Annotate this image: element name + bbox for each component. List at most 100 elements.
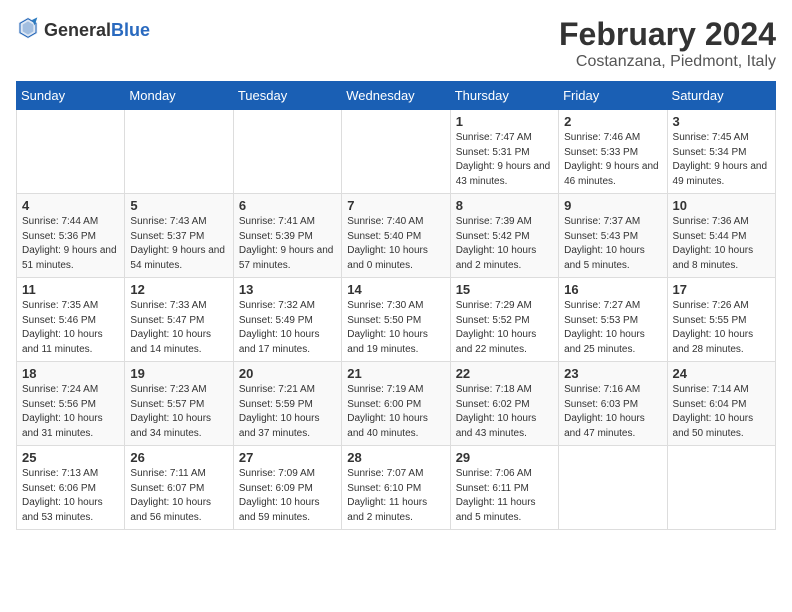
- day-info: Sunrise: 7:39 AM Sunset: 5:42 PM Dayligh…: [456, 215, 553, 273]
- day-info: Sunrise: 7:40 AM Sunset: 5:40 PM Dayligh…: [347, 215, 444, 273]
- day-number: 4: [22, 198, 119, 213]
- day-cell: 27 Sunrise: 7:09 AM Sunset: 6:09 PM Dayli…: [233, 446, 341, 530]
- day-number: 7: [347, 198, 444, 213]
- day-info: Sunrise: 7:46 AM Sunset: 5:33 PM Dayligh…: [564, 131, 661, 189]
- day-info: Sunrise: 7:47 AM Sunset: 5:31 PM Dayligh…: [456, 131, 553, 189]
- week-row-1: 1 Sunrise: 7:47 AM Sunset: 5:31 PM Daylig…: [17, 110, 776, 194]
- day-number: 24: [673, 366, 770, 381]
- day-cell: [125, 110, 233, 194]
- day-info: Sunrise: 7:29 AM Sunset: 5:52 PM Dayligh…: [456, 299, 553, 357]
- day-number: 19: [130, 366, 227, 381]
- header-friday: Friday: [559, 82, 667, 110]
- day-info: Sunrise: 7:27 AM Sunset: 5:53 PM Dayligh…: [564, 299, 661, 357]
- day-cell: 13Sunrise: 7:32 AM Sunset: 5:49 PM Dayli…: [233, 278, 341, 362]
- day-number: 27: [239, 450, 336, 465]
- day-info: Sunrise: 7:11 AM Sunset: 6:07 PM Dayligh…: [130, 467, 227, 525]
- day-info: Sunrise: 7:06 AM Sunset: 6:11 PM Dayligh…: [456, 467, 553, 525]
- day-info: Sunrise: 7:19 AM Sunset: 6:00 PM Dayligh…: [347, 383, 444, 441]
- day-number: 5: [130, 198, 227, 213]
- week-row-3: 11 Sunrise: 7:35 AM Sunset: 5:46 PM Dayli…: [17, 278, 776, 362]
- day-number: 11: [22, 282, 119, 297]
- day-cell: 10Sunrise: 7:36 AM Sunset: 5:44 PM Dayli…: [667, 194, 775, 278]
- day-cell: 17Sunrise: 7:26 AM Sunset: 5:55 PM Dayli…: [667, 278, 775, 362]
- day-number: 3: [673, 114, 770, 129]
- month-title: February 2024: [559, 16, 776, 53]
- day-cell: 11 Sunrise: 7:35 AM Sunset: 5:46 PM Dayli…: [17, 278, 125, 362]
- day-cell: 19 Sunrise: 7:23 AM Sunset: 5:57 PM Dayli…: [125, 362, 233, 446]
- day-info: Sunrise: 7:45 AM Sunset: 5:34 PM Dayligh…: [673, 131, 770, 189]
- header-tuesday: Tuesday: [233, 82, 341, 110]
- day-cell: 22 Sunrise: 7:18 AM Sunset: 6:02 PM Dayli…: [450, 362, 558, 446]
- day-number: 9: [564, 198, 661, 213]
- header-saturday: Saturday: [667, 82, 775, 110]
- day-cell: 5 Sunrise: 7:43 AM Sunset: 5:37 PM Daylig…: [125, 194, 233, 278]
- day-info: Sunrise: 7:23 AM Sunset: 5:57 PM Dayligh…: [130, 383, 227, 441]
- header-monday: Monday: [125, 82, 233, 110]
- day-number: 6: [239, 198, 336, 213]
- day-info: Sunrise: 7:13 AM Sunset: 6:06 PM Dayligh…: [22, 467, 119, 525]
- day-info: Sunrise: 7:33 AM Sunset: 5:47 PM Dayligh…: [130, 299, 227, 357]
- day-cell: 12 Sunrise: 7:33 AM Sunset: 5:47 PM Dayli…: [125, 278, 233, 362]
- day-info: Sunrise: 7:21 AM Sunset: 5:59 PM Dayligh…: [239, 383, 336, 441]
- day-number: 12: [130, 282, 227, 297]
- week-row-2: 4 Sunrise: 7:44 AM Sunset: 5:36 PM Daylig…: [17, 194, 776, 278]
- header-wednesday: Wednesday: [342, 82, 450, 110]
- day-cell: 8 Sunrise: 7:39 AM Sunset: 5:42 PM Daylig…: [450, 194, 558, 278]
- day-number: 16: [564, 282, 661, 297]
- day-cell: 24Sunrise: 7:14 AM Sunset: 6:04 PM Dayli…: [667, 362, 775, 446]
- day-number: 17: [673, 282, 770, 297]
- day-info: Sunrise: 7:16 AM Sunset: 6:03 PM Dayligh…: [564, 383, 661, 441]
- day-info: Sunrise: 7:18 AM Sunset: 6:02 PM Dayligh…: [456, 383, 553, 441]
- day-number: 23: [564, 366, 661, 381]
- day-number: 14: [347, 282, 444, 297]
- day-number: 18: [22, 366, 119, 381]
- day-cell: 2 Sunrise: 7:46 AM Sunset: 5:33 PM Daylig…: [559, 110, 667, 194]
- day-info: Sunrise: 7:32 AM Sunset: 5:49 PM Dayligh…: [239, 299, 336, 357]
- day-cell: 20 Sunrise: 7:21 AM Sunset: 5:59 PM Dayli…: [233, 362, 341, 446]
- day-cell: 29 Sunrise: 7:06 AM Sunset: 6:11 PM Dayli…: [450, 446, 558, 530]
- day-cell: 18 Sunrise: 7:24 AM Sunset: 5:56 PM Dayli…: [17, 362, 125, 446]
- day-cell: 3 Sunrise: 7:45 AM Sunset: 5:34 PM Daylig…: [667, 110, 775, 194]
- day-info: Sunrise: 7:30 AM Sunset: 5:50 PM Dayligh…: [347, 299, 444, 357]
- day-info: Sunrise: 7:44 AM Sunset: 5:36 PM Dayligh…: [22, 215, 119, 273]
- day-info: Sunrise: 7:24 AM Sunset: 5:56 PM Dayligh…: [22, 383, 119, 441]
- day-number: 10: [673, 198, 770, 213]
- logo: GeneralBlue: [16, 16, 150, 45]
- day-number: 1: [456, 114, 553, 129]
- day-number: 26: [130, 450, 227, 465]
- day-cell: 15 Sunrise: 7:29 AM Sunset: 5:52 PM Dayli…: [450, 278, 558, 362]
- logo-text: GeneralBlue: [44, 21, 150, 41]
- logo-graphic: [16, 16, 40, 45]
- day-number: 2: [564, 114, 661, 129]
- header-row: SundayMondayTuesdayWednesdayThursdayFrid…: [17, 82, 776, 110]
- day-info: Sunrise: 7:37 AM Sunset: 5:43 PM Dayligh…: [564, 215, 661, 273]
- header-thursday: Thursday: [450, 82, 558, 110]
- week-row-4: 18 Sunrise: 7:24 AM Sunset: 5:56 PM Dayli…: [17, 362, 776, 446]
- day-cell: 21 Sunrise: 7:19 AM Sunset: 6:00 PM Dayli…: [342, 362, 450, 446]
- day-cell: 28 Sunrise: 7:07 AM Sunset: 6:10 PM Dayli…: [342, 446, 450, 530]
- day-cell: [17, 110, 125, 194]
- day-cell: 14 Sunrise: 7:30 AM Sunset: 5:50 PM Dayli…: [342, 278, 450, 362]
- day-info: Sunrise: 7:09 AM Sunset: 6:09 PM Dayligh…: [239, 467, 336, 525]
- day-cell: 7 Sunrise: 7:40 AM Sunset: 5:40 PM Daylig…: [342, 194, 450, 278]
- calendar-table: SundayMondayTuesdayWednesdayThursdayFrid…: [16, 81, 776, 530]
- day-number: 25: [22, 450, 119, 465]
- day-number: 15: [456, 282, 553, 297]
- day-cell: [667, 446, 775, 530]
- day-cell: [233, 110, 341, 194]
- location-title: Costanzana, Piedmont, Italy: [559, 53, 776, 71]
- day-cell: 9 Sunrise: 7:37 AM Sunset: 5:43 PM Daylig…: [559, 194, 667, 278]
- day-number: 28: [347, 450, 444, 465]
- day-info: Sunrise: 7:07 AM Sunset: 6:10 PM Dayligh…: [347, 467, 444, 525]
- day-info: Sunrise: 7:43 AM Sunset: 5:37 PM Dayligh…: [130, 215, 227, 273]
- day-cell: 16 Sunrise: 7:27 AM Sunset: 5:53 PM Dayli…: [559, 278, 667, 362]
- day-number: 21: [347, 366, 444, 381]
- day-cell: 6Sunrise: 7:41 AM Sunset: 5:39 PM Daylig…: [233, 194, 341, 278]
- day-number: 8: [456, 198, 553, 213]
- day-number: 29: [456, 450, 553, 465]
- day-cell: 1 Sunrise: 7:47 AM Sunset: 5:31 PM Daylig…: [450, 110, 558, 194]
- day-number: 20: [239, 366, 336, 381]
- title-block: February 2024 Costanzana, Piedmont, Ital…: [559, 16, 776, 71]
- day-info: Sunrise: 7:35 AM Sunset: 5:46 PM Dayligh…: [22, 299, 119, 357]
- day-number: 22: [456, 366, 553, 381]
